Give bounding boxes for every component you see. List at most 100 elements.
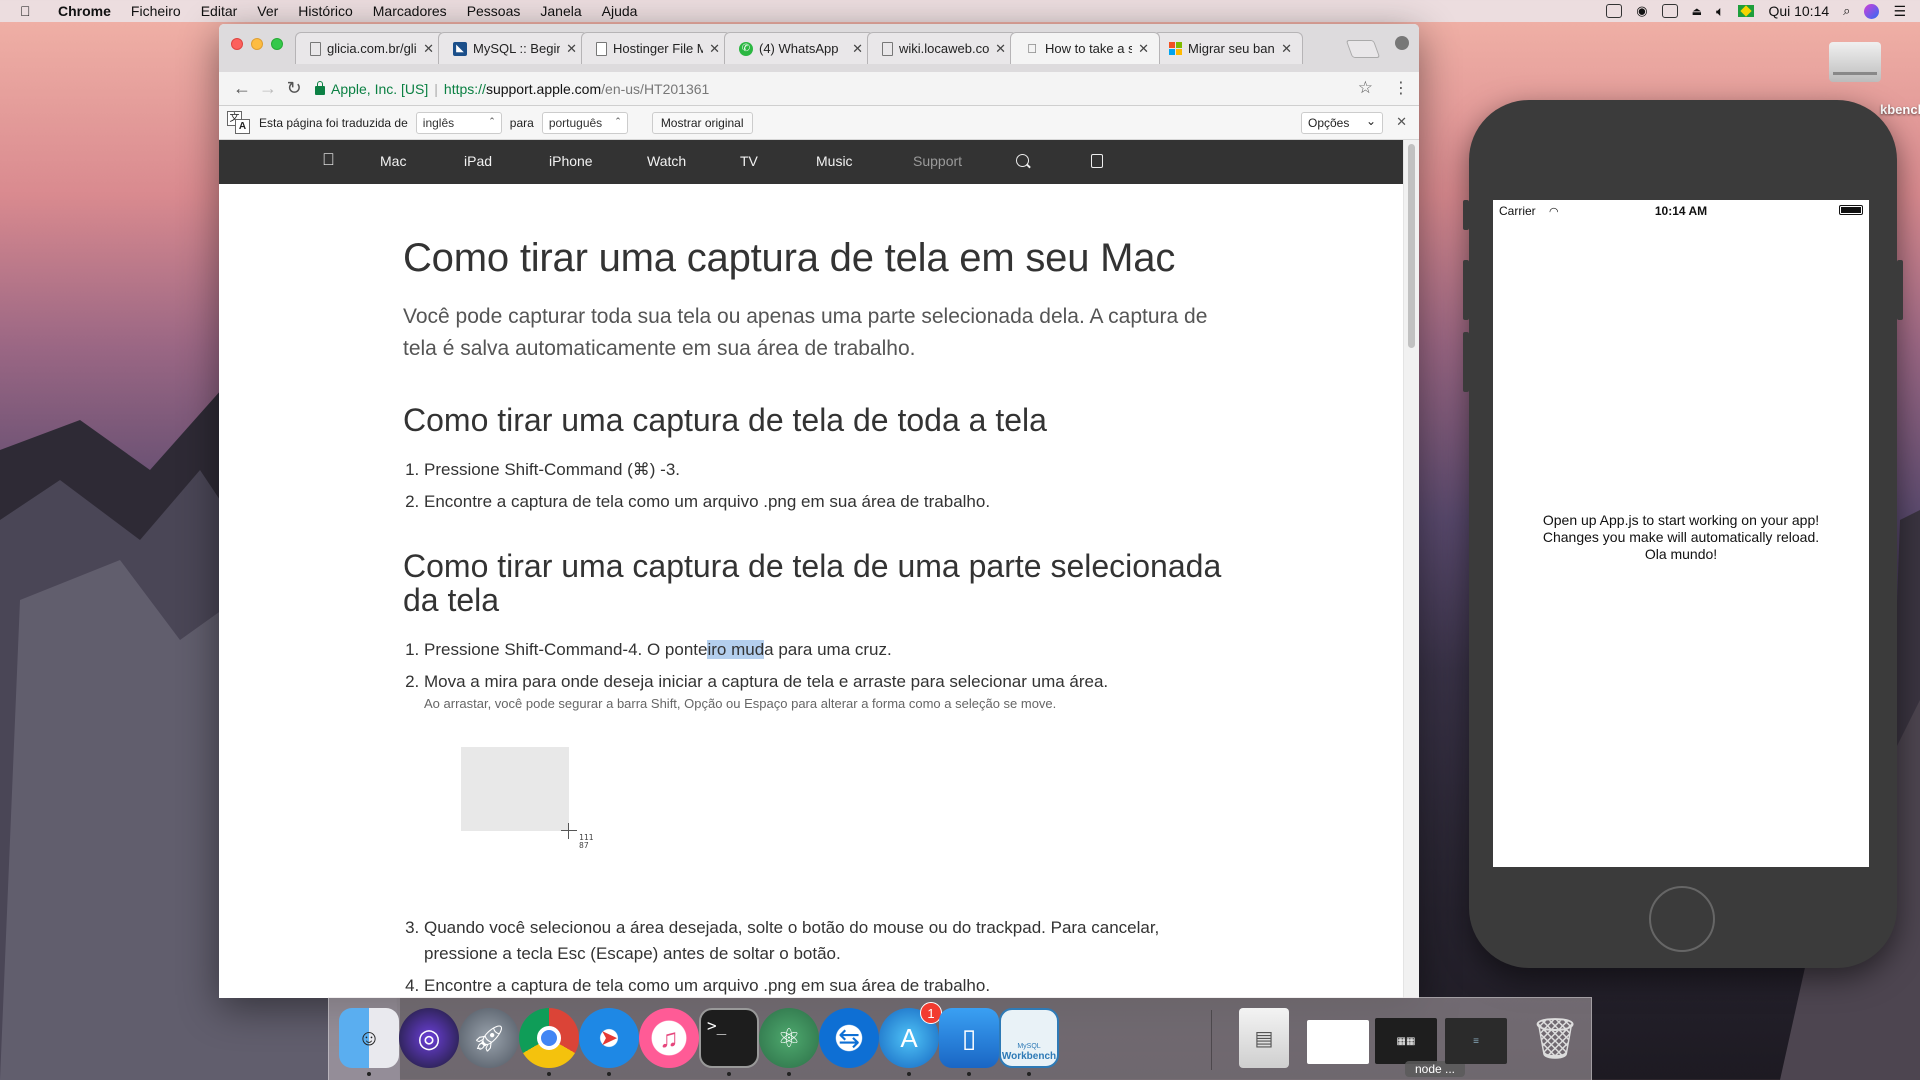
address-bar[interactable]: Apple, Inc. [US] | https://support.apple… <box>315 76 1383 102</box>
siri-icon[interactable] <box>1864 3 1880 19</box>
selection-dimensions: 111 87 <box>579 833 594 850</box>
simulator-screen[interactable]: Carrier ◠ 10:14 AM Open up App.js to sta… <box>1493 200 1869 867</box>
safari-icon[interactable]: ➤ <box>579 1008 639 1068</box>
forward-arrow-icon[interactable]: → <box>255 78 281 99</box>
trash-icon[interactable]: 🗑︎ <box>1525 1008 1585 1068</box>
tab-apple-support[interactable]:  How to take a sc ✕ <box>1010 32 1160 64</box>
xcode-simulator-icon[interactable]: ▯ <box>939 1008 999 1068</box>
siri-icon[interactable]: ◎ <box>399 1008 459 1068</box>
menu-ficheiro[interactable]: Ficheiro <box>131 3 181 19</box>
itunes-icon[interactable]: ♫ <box>639 1008 699 1068</box>
mysql-workbench-icon[interactable]: MySQL Workbench <box>999 1008 1059 1068</box>
tab-whatsapp[interactable]: ✆ (4) WhatsApp ✕ <box>724 32 874 64</box>
terminal-icon[interactable]: >_ <box>699 1008 759 1068</box>
home-button[interactable] <box>1649 886 1715 952</box>
tab-hostinger[interactable]: Hostinger File Ma ✕ <box>581 32 731 64</box>
chrome-window: glicia.com.br/glic ✕ ◣ MySQL :: Begin Y … <box>219 24 1419 998</box>
mute-switch[interactable] <box>1463 200 1469 230</box>
source-language-select[interactable]: inglês <box>415 111 502 134</box>
zoom-window-button[interactable] <box>271 38 283 50</box>
spotlight-icon[interactable]: ⌕ <box>1843 3 1850 19</box>
close-tab-icon[interactable]: ✕ <box>852 41 863 57</box>
page-scrollbar[interactable] <box>1403 140 1419 998</box>
close-tab-icon[interactable]: ✕ <box>1281 41 1292 57</box>
apple-logo-icon[interactable]:  <box>322 150 335 170</box>
menu-pessoas[interactable]: Pessoas <box>467 3 521 19</box>
menu-ver[interactable]: Ver <box>257 3 278 19</box>
nvidia-icon[interactable]: ◉ <box>1636 3 1647 19</box>
search-icon[interactable] <box>1016 154 1029 167</box>
menu-marcadores[interactable]: Marcadores <box>373 3 447 19</box>
chrome-icon[interactable] <box>519 1008 579 1068</box>
translate-icon: 文A <box>227 110 251 135</box>
close-window-button[interactable] <box>231 38 243 50</box>
crosshair-cursor-icon <box>561 823 577 839</box>
tab-title: Hostinger File Ma <box>613 41 704 56</box>
menu-editar[interactable]: Editar <box>201 3 238 19</box>
steps-full-screen: Pressione Shift-Command (⌘) -3. Encontre… <box>403 457 1233 515</box>
tab-strip: glicia.com.br/glic ✕ ◣ MySQL :: Begin Y … <box>219 24 1419 72</box>
show-original-button[interactable]: Mostrar original <box>651 111 753 134</box>
url-host: support.apple.com <box>485 81 602 97</box>
close-tab-icon[interactable]: ✕ <box>709 41 720 57</box>
atom-icon[interactable]: ⚛ <box>759 1008 819 1068</box>
target-language-select[interactable]: português <box>541 111 628 134</box>
finder-icon[interactable]: ☺ <box>339 1008 399 1068</box>
minimized-terminal-window-icon[interactable]: ≡ <box>1445 1018 1507 1064</box>
chrome-menu-icon[interactable]: ⋮ <box>1393 78 1409 98</box>
tab-locaweb[interactable]: wiki.locaweb.com ✕ <box>867 32 1017 64</box>
reload-icon[interactable]: ↻ <box>281 78 307 99</box>
desktop-item-label[interactable]: kbench <box>1880 102 1920 117</box>
menu-historico[interactable]: Histórico <box>298 3 352 19</box>
close-tab-icon[interactable]: ✕ <box>1138 41 1149 57</box>
nav-tv[interactable]: TV <box>740 153 758 169</box>
tab-microsoft[interactable]: Migrar seu banco ✕ <box>1153 32 1303 64</box>
notification-center-icon[interactable]: ☰ <box>1893 3 1906 20</box>
power-button[interactable] <box>1897 260 1903 320</box>
disk-utility-icon[interactable]: ▤ <box>1239 1008 1289 1068</box>
shopping-bag-icon[interactable] <box>1091 154 1103 168</box>
menubar-clock[interactable]: Qui 10:14 <box>1768 3 1829 19</box>
volume-down-button[interactable] <box>1463 332 1469 392</box>
new-tab-button[interactable] <box>1345 40 1381 58</box>
bluetooth-menu-icon[interactable] <box>1606 4 1623 18</box>
back-arrow-icon[interactable]: ← <box>229 78 255 99</box>
apple-menu-icon[interactable]:  <box>20 3 40 19</box>
nav-watch[interactable]: Watch <box>647 153 686 169</box>
eject-icon[interactable]: ⏏ <box>1692 5 1702 18</box>
volume-icon[interactable]: 🔈︎ <box>1716 3 1724 20</box>
menu-ajuda[interactable]: Ajuda <box>602 3 638 19</box>
close-tab-icon[interactable]: ✕ <box>423 41 434 57</box>
bookmark-star-icon[interactable]: ☆ <box>1358 78 1373 98</box>
close-tab-icon[interactable]: ✕ <box>566 41 577 57</box>
volume-up-button[interactable] <box>1463 260 1469 320</box>
mysql-icon: ◣ <box>453 41 467 56</box>
nav-iphone[interactable]: iPhone <box>549 153 593 169</box>
minimized-node-window-icon[interactable]: ▦▦ <box>1375 1018 1437 1064</box>
menu-janela[interactable]: Janela <box>540 3 581 19</box>
document-icon <box>596 41 607 56</box>
translate-options-select[interactable]: Opções <box>1301 112 1383 134</box>
drive-desktop-icon[interactable] <box>1829 32 1881 88</box>
apple-icon:  <box>1025 41 1039 56</box>
page-viewport:  Mac iPad iPhone Watch TV Music Support… <box>219 140 1403 998</box>
close-tab-icon[interactable]: ✕ <box>995 41 1006 57</box>
nav-ipad[interactable]: iPad <box>464 153 492 169</box>
minimized-window-icon[interactable] <box>1307 1020 1369 1064</box>
airplay-icon[interactable] <box>1661 4 1678 18</box>
teamviewer-icon[interactable]: ⇆ <box>819 1008 879 1068</box>
nav-music[interactable]: Music <box>816 153 853 169</box>
profile-icon[interactable] <box>1395 36 1409 50</box>
nav-mac[interactable]: Mac <box>380 153 406 169</box>
close-translate-bar-icon[interactable]: ✕ <box>1396 114 1407 130</box>
list-item: Pressione Shift-Command-4. O ponteiro mu… <box>424 637 1233 663</box>
nav-support[interactable]: Support <box>913 153 962 169</box>
menu-app-name[interactable]: Chrome <box>58 3 111 19</box>
tab-mysql[interactable]: ◣ MySQL :: Begin Y ✕ <box>438 32 588 64</box>
minimize-window-button[interactable] <box>251 38 263 50</box>
tab-glicia[interactable]: glicia.com.br/glic ✕ <box>295 32 445 64</box>
ev-certificate-name[interactable]: Apple, Inc. [US] <box>331 81 428 97</box>
input-source-flag-icon[interactable] <box>1738 5 1755 17</box>
launchpad-icon[interactable]: 🚀︎ <box>459 1008 519 1068</box>
app-text-line: Open up App.js to start working on your … <box>1542 512 1820 528</box>
